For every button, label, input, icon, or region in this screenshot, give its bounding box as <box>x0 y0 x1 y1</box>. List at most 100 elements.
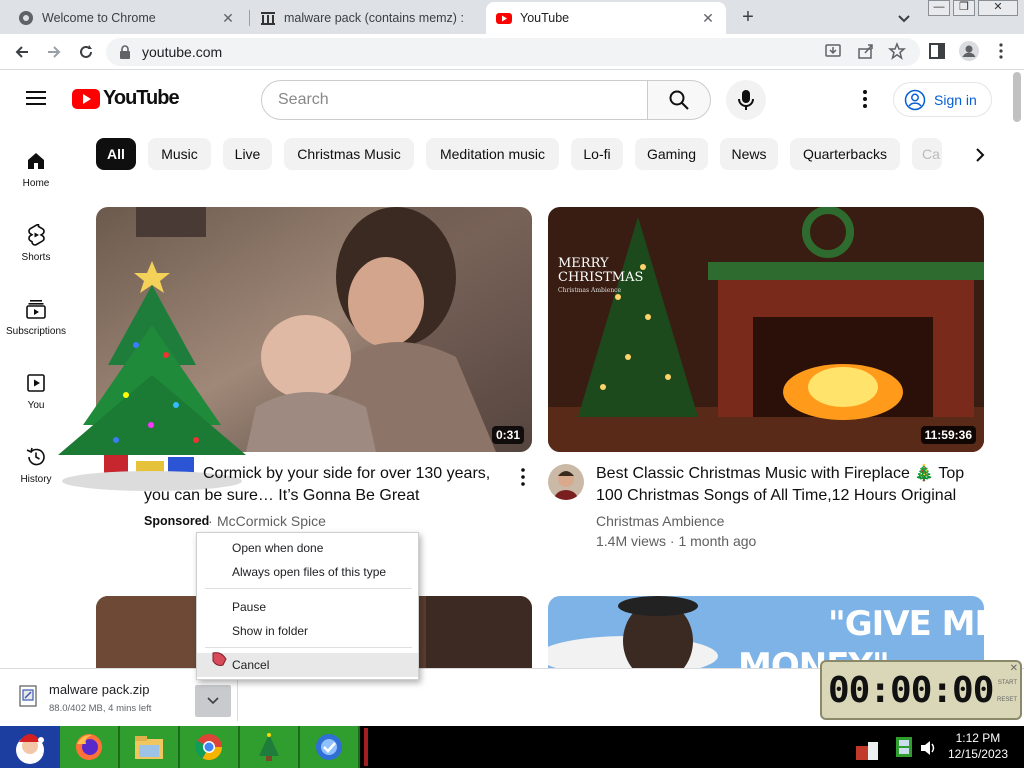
firefox-icon <box>76 734 102 760</box>
lock-icon[interactable] <box>118 45 132 59</box>
flag-tray-icon[interactable] <box>856 742 878 760</box>
search-input[interactable]: Search <box>261 80 648 120</box>
chip-live[interactable]: Live <box>223 138 272 170</box>
blue-globe-app-icon <box>316 734 342 760</box>
file-explorer-icon <box>135 736 163 759</box>
video-title-line1[interactable]: Cormick by your side for over 130 years, <box>203 463 513 485</box>
search-icon <box>669 90 689 110</box>
home-icon <box>28 153 44 169</box>
video-duration: 11:59:36 <box>920 426 976 444</box>
video-thumbnail[interactable]: "GIVE ME MONEY" <box>548 596 984 668</box>
chip-all[interactable]: All <box>96 138 136 170</box>
sponsored-label: Sponsored <box>144 514 210 528</box>
thumbnail-text: MERRY CHRISTMAS <box>558 256 644 285</box>
taskbar-christmas-tree[interactable] <box>240 726 300 768</box>
minimize-button[interactable]: — <box>928 0 950 16</box>
chip-lofi[interactable]: Lo-fi <box>571 138 623 170</box>
menu-item-cancel[interactable]: Cancel <box>197 653 418 677</box>
chrome-menu-icon[interactable] <box>994 42 1008 60</box>
taskbar-app-blue[interactable] <box>300 726 360 768</box>
youtube-logo[interactable]: YouTube <box>72 87 180 110</box>
timer-reset-button[interactable]: RESET <box>997 697 1017 703</box>
taskbar-firefox[interactable] <box>60 726 120 768</box>
timer-display: 00:00:00 <box>828 670 994 711</box>
countdown-timer-widget[interactable]: 00:00:00 START RESET ✕ <box>820 660 1022 720</box>
reload-icon[interactable] <box>76 42 96 62</box>
back-icon[interactable] <box>12 42 32 62</box>
separator-dot: · <box>208 513 213 529</box>
account-circle-icon <box>904 89 926 110</box>
menu-separator <box>205 588 412 589</box>
tab-malware-pack[interactable]: malware pack (contains memz) : <box>250 2 486 34</box>
video-title-line1[interactable]: Best Classic Christmas Music with Firepl… <box>596 463 976 485</box>
install-app-icon[interactable] <box>824 42 842 60</box>
start-button[interactable] <box>0 726 60 768</box>
forward-icon[interactable] <box>44 42 64 62</box>
search-button[interactable] <box>647 80 711 120</box>
channel-avatar[interactable] <box>548 464 584 500</box>
video-menu-icon[interactable] <box>520 468 526 486</box>
new-tab-button[interactable]: + <box>736 6 760 30</box>
volume-tray-icon[interactable] <box>920 740 938 756</box>
chip-music[interactable]: Music <box>148 138 211 170</box>
bookmark-star-icon[interactable] <box>888 42 906 60</box>
share-icon[interactable] <box>857 42 875 60</box>
hamburger-menu-icon[interactable] <box>26 90 46 106</box>
video-duration: 0:31 <box>491 426 524 444</box>
chip-partial[interactable]: Ca <box>912 138 942 170</box>
video-channel[interactable]: McCormick Spice <box>217 511 326 531</box>
menu-item-open-when-done[interactable]: Open when done <box>197 536 418 560</box>
network-tray-icon[interactable] <box>894 736 914 758</box>
microphone-icon <box>738 90 754 110</box>
search-placeholder: Search <box>278 91 329 108</box>
timer-start-button[interactable]: START <box>998 680 1017 686</box>
clock-date: 12/15/2023 <box>947 747 1008 761</box>
subscriptions-icon <box>26 300 46 319</box>
chip-christmas-music[interactable]: Christmas Music <box>284 138 414 170</box>
video-title-line2[interactable]: you can be sure… It’s Gonna Be Great <box>144 485 514 507</box>
page-scrollbar[interactable] <box>1013 72 1021 122</box>
menu-item-pause[interactable]: Pause <box>197 595 418 619</box>
voice-search-button[interactable] <box>726 80 766 120</box>
chip-news[interactable]: News <box>720 138 778 170</box>
sign-in-button[interactable]: Sign in <box>893 82 992 117</box>
christmas-tree-desktop-icon <box>58 261 246 491</box>
chip-gaming[interactable]: Gaming <box>635 138 708 170</box>
close-icon[interactable]: ✕ <box>220 10 236 27</box>
video-title-line2[interactable]: 100 Christmas Songs of All Time,12 Hours… <box>596 485 976 507</box>
side-panel-icon[interactable] <box>928 42 946 60</box>
globe-icon <box>19 11 33 25</box>
settings-more-icon[interactable] <box>855 88 875 110</box>
chip-quarterbacks[interactable]: Quarterbacks <box>790 138 900 170</box>
tab-welcome[interactable]: Welcome to Chrome ✕ <box>8 2 246 34</box>
restore-button[interactable]: ❐ <box>953 0 975 16</box>
close-icon[interactable]: ✕ <box>1010 663 1018 674</box>
taskbar-chrome[interactable] <box>180 726 240 768</box>
video-channel[interactable]: Christmas Ambience <box>596 511 724 531</box>
archive-org-icon <box>261 12 275 25</box>
mouse-cursor-icon <box>212 652 227 666</box>
profile-avatar-icon[interactable] <box>958 40 980 62</box>
download-context-menu: Open when done Always open files of this… <box>196 532 419 680</box>
close-icon[interactable]: ✕ <box>700 10 716 27</box>
address-bar[interactable]: youtube.com <box>106 38 920 66</box>
tab-youtube[interactable]: YouTube ✕ <box>486 2 726 34</box>
system-clock[interactable]: 1:12 PM 12/15/2023 <box>948 730 1008 762</box>
video-meta: 1.4M views · 1 month ago <box>596 533 757 549</box>
menu-item-always-open[interactable]: Always open files of this type <box>197 560 418 584</box>
close-window-button[interactable]: ✕ <box>978 0 1018 16</box>
download-filename[interactable]: malware pack.zip <box>49 682 149 697</box>
url-text: youtube.com <box>142 44 223 60</box>
nav-item-home[interactable]: Home <box>0 144 72 214</box>
video-thumbnail[interactable]: MERRY CHRISTMAS Christmas Ambience 11:59… <box>548 207 984 452</box>
download-options-button[interactable] <box>195 685 231 717</box>
taskbar-file-explorer[interactable] <box>120 726 180 768</box>
youtube-play-logo-icon <box>72 88 100 109</box>
chevron-right-icon[interactable] <box>968 144 992 166</box>
tab-search-chevron-icon[interactable] <box>894 8 914 28</box>
menu-item-show-in-folder[interactable]: Show in folder <box>197 619 418 643</box>
download-status: 88.0/402 MB, 4 mins left <box>49 703 152 714</box>
chip-meditation-music[interactable]: Meditation music <box>426 138 559 170</box>
youtube-header: YouTube Search Sign in <box>0 70 1024 126</box>
zip-file-icon <box>19 685 37 707</box>
